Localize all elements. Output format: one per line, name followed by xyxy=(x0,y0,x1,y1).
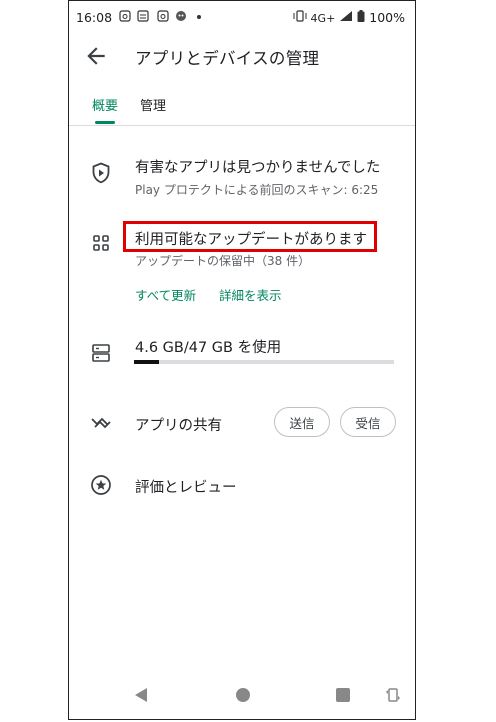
protect-status-subtitle: Play プロテクトによる前回のスキャン: 6:25 xyxy=(135,183,379,197)
arrow-back-icon xyxy=(87,47,105,65)
signal-icon xyxy=(340,11,353,21)
more-notifications-dot-icon xyxy=(195,10,203,25)
storage-icon xyxy=(89,341,113,365)
nearby-share-icon xyxy=(89,411,113,435)
status-right: 4G+ 100% xyxy=(293,10,405,25)
rotate-icon xyxy=(386,688,400,702)
vibrate-icon xyxy=(293,10,307,22)
tab-indicator xyxy=(95,121,115,124)
star-icon xyxy=(89,473,113,497)
app-share-label[interactable]: アプリの共有 xyxy=(135,414,222,435)
battery-level: 100% xyxy=(369,10,405,25)
app-notification-icon xyxy=(137,10,149,25)
page-title: アプリとデバイスの管理 xyxy=(135,49,320,68)
status-time: 16:08 xyxy=(76,10,113,25)
docomo-notification-icon xyxy=(119,10,131,25)
nav-back-triangle-icon xyxy=(135,688,147,702)
send-button[interactable]: 送信 xyxy=(274,407,330,437)
docomo-notification-icon-2 xyxy=(157,10,169,25)
storage-bar-fill xyxy=(134,360,159,364)
apps-grid-icon xyxy=(89,231,113,255)
back-button[interactable] xyxy=(83,43,109,69)
receive-button[interactable]: 受信 xyxy=(340,407,396,437)
nav-home-circle-icon xyxy=(236,688,250,702)
rotate-screen-button[interactable] xyxy=(385,687,401,707)
nav-recents-button[interactable] xyxy=(335,687,351,707)
storage-bar-track xyxy=(134,360,394,364)
nav-home-button[interactable] xyxy=(235,687,251,707)
nav-recents-square-icon xyxy=(336,688,350,702)
tab-overview[interactable]: 概要 xyxy=(92,95,118,114)
update-all-button[interactable]: すべて更新 xyxy=(135,285,196,304)
network-type: 4G+ xyxy=(310,12,336,25)
tab-manage[interactable]: 管理 xyxy=(140,95,166,114)
phone-screen: 16:08 4G+ 100% アプリとデバイスの管理 概要 管理 有害なアプリは… xyxy=(68,0,416,720)
updates-pending-subtitle: アップデートの保留中（38 件） xyxy=(135,254,311,268)
battery-icon xyxy=(357,10,365,22)
ratings-reviews-label[interactable]: 評価とレビュー xyxy=(135,476,237,497)
highlight-box xyxy=(123,221,377,252)
storage-usage-label[interactable]: 4.6 GB/47 GB を使用 xyxy=(135,336,281,357)
show-details-button[interactable]: 詳細を表示 xyxy=(219,285,282,304)
status-bar: 16:08 4G+ 100% xyxy=(69,1,415,33)
shield-icon xyxy=(89,161,113,185)
nav-back-button[interactable] xyxy=(133,687,149,707)
assistant-notification-icon xyxy=(175,10,187,25)
protect-status-title[interactable]: 有害なアプリは見つかりませんでした xyxy=(135,156,380,177)
tab-divider xyxy=(69,125,415,126)
